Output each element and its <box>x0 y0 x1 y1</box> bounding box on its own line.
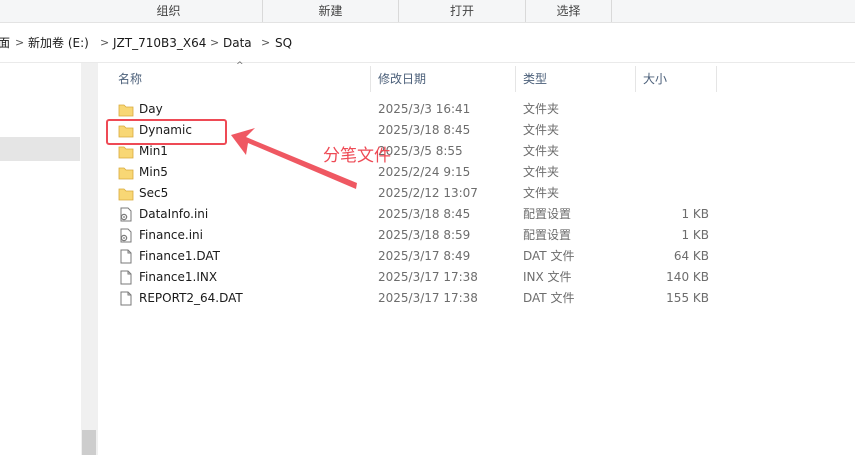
annotation-label: 分笔文件 <box>323 146 391 166</box>
annotation-arrow-icon <box>231 128 357 189</box>
